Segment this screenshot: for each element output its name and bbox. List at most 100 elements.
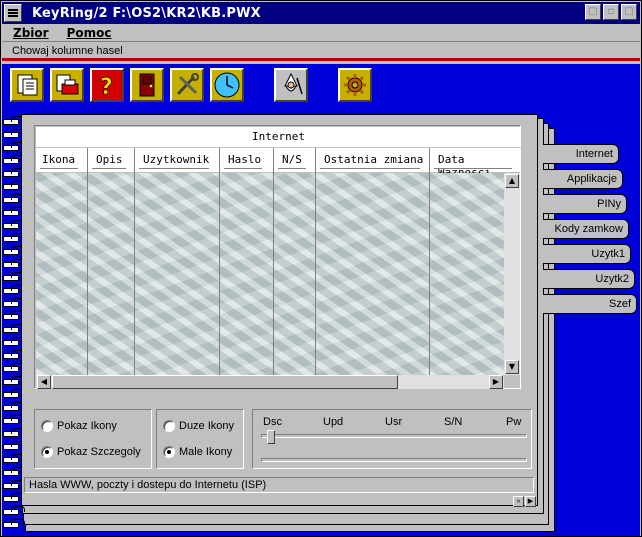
column-label: Uzytkownik — [143, 153, 210, 166]
radio-male-ikony[interactable]: Male Ikony — [163, 446, 232, 458]
radio-pokaz-ikony[interactable]: Pokaz Ikony — [41, 420, 117, 432]
column-label: Opis — [96, 153, 123, 166]
scroll-right-icon[interactable]: ▶ — [489, 375, 503, 389]
column-header-haslo[interactable]: Haslo — [220, 148, 274, 173]
slider-thumb[interactable] — [267, 430, 275, 444]
tab-applikacje[interactable]: Applikacje — [543, 169, 623, 189]
column-label: Haslo — [228, 153, 262, 166]
exit-button[interactable] — [130, 68, 164, 102]
spiral-ring — [3, 506, 25, 515]
menu-pomoc[interactable]: Pomoc — [67, 26, 112, 40]
tab-kody-zamkow[interactable]: Kody zamkow — [543, 219, 629, 239]
menu-bars-icon — [8, 12, 18, 14]
notebook-page: Internet Ikona Opis Uzytkownik Haslo N/S… — [21, 114, 538, 507]
spiral-ring — [3, 298, 25, 307]
column-header-uzytkownik[interactable]: Uzytkownik — [135, 148, 220, 173]
column-label: Ikona — [42, 153, 76, 166]
previous-page-icon[interactable]: » — [513, 496, 524, 507]
new-document-icon — [17, 74, 38, 96]
radio-duze-ikony[interactable]: Duze Ikony — [163, 420, 234, 432]
radio-off-icon — [163, 420, 175, 432]
tab-uzytk2[interactable]: Uzytk2 — [543, 269, 635, 289]
tab-internet[interactable]: Internet — [543, 144, 619, 164]
print-document-icon — [56, 74, 79, 95]
tools-icon — [176, 73, 199, 96]
spiral-ring — [3, 350, 25, 359]
hint-text: Chowaj kolumne hasel — [12, 45, 123, 57]
radio-label: Pokaz Ikony — [57, 420, 117, 432]
table-body[interactable] — [36, 173, 504, 375]
spiral-ring — [3, 337, 25, 346]
column-header-ikona[interactable]: Ikona — [36, 148, 88, 173]
spiral-ring — [3, 207, 25, 216]
table-title: Internet — [36, 127, 521, 147]
spiral-ring — [3, 233, 25, 242]
scroll-down-icon[interactable]: ▼ — [505, 360, 519, 374]
tools-button[interactable] — [170, 68, 204, 102]
spiral-ring — [3, 259, 25, 268]
gear-settings-icon — [344, 74, 366, 96]
minimize-button[interactable]: ▢ — [585, 4, 601, 20]
settings-button[interactable] — [338, 68, 372, 102]
column-label: N/S — [282, 153, 302, 166]
exit-door-icon — [139, 73, 155, 97]
restore-button[interactable]: ▫ — [603, 4, 619, 20]
radio-on-icon — [41, 446, 53, 458]
tab-piny[interactable]: PINy — [543, 194, 627, 214]
slider-label-pw: Pw — [506, 416, 522, 428]
radio-pokaz-szczegoly[interactable]: Pokaz Szczegoly — [41, 446, 141, 458]
new-document-button[interactable] — [10, 68, 44, 102]
radio-label: Pokaz Szczegoly — [57, 446, 141, 458]
slider-labels: Dsc Upd Usr S/N Pw — [263, 416, 523, 430]
column-header-ostatnia-zmiana[interactable]: Ostatnia zmiana — [316, 148, 430, 173]
category-description: Hasla WWW, poczty i dostepu do Internetu… — [24, 477, 534, 493]
spiral-ring — [3, 428, 25, 437]
icon-size-group: Duze Ikony Male Ikony — [156, 409, 244, 469]
tab-szef[interactable]: Szef — [543, 294, 637, 314]
tab-uzytk1[interactable]: Uzytk1 — [543, 244, 631, 264]
spiral-ring — [3, 363, 25, 372]
spiral-ring — [3, 389, 25, 398]
title-bar[interactable]: KeyRing/2 F:\OS2\KR2\KB.PWX ▢ ▫ □ — [2, 2, 640, 24]
spiral-ring — [3, 142, 25, 151]
scroll-left-icon[interactable]: ◀ — [37, 375, 51, 389]
spiral-ring — [3, 220, 25, 229]
scroll-up-icon[interactable]: ▲ — [505, 174, 519, 188]
slider-label-usr: Usr — [385, 416, 403, 428]
vertical-scrollbar[interactable]: ▲ ▼ — [504, 173, 520, 375]
spiral-ring — [3, 181, 25, 190]
column-label: Ostatnia zmiana — [324, 153, 424, 166]
column-header-data-waznosci[interactable]: Data Waznosci — [430, 148, 521, 179]
spiral-ring — [3, 493, 25, 502]
radio-off-icon — [41, 420, 53, 432]
spiral-ring — [3, 129, 25, 138]
horizontal-scrollbar[interactable]: ◀ ▶ — [36, 375, 504, 389]
slider-ticks — [261, 458, 527, 462]
view-mode-group: Pokaz Ikony Pokaz Szczegoly — [34, 409, 152, 469]
menu-zbior[interactable]: Zbior — [13, 26, 49, 40]
spiral-ring — [3, 467, 25, 476]
spiral-ring — [3, 480, 25, 489]
window-title: KeyRing/2 F:\OS2\KR2\KB.PWX — [32, 5, 261, 21]
spiral-ring — [3, 272, 25, 281]
help-button[interactable]: ? — [90, 68, 124, 102]
spiral-ring — [3, 324, 25, 333]
maximize-button[interactable]: □ — [621, 4, 637, 20]
next-page-icon[interactable]: ▶ — [525, 496, 536, 507]
clock-icon — [214, 72, 240, 98]
clock-button[interactable] — [210, 68, 244, 102]
system-menu-button[interactable] — [4, 4, 22, 22]
scroll-thumb[interactable] — [52, 375, 398, 389]
radio-label: Duze Ikony — [179, 420, 235, 432]
svg-text:?: ? — [100, 75, 113, 98]
slider-label-upd: Upd — [323, 416, 344, 428]
column-header-opis[interactable]: Opis — [88, 148, 135, 173]
spiral-ring — [3, 376, 25, 385]
print-document-button[interactable] — [50, 68, 84, 102]
column-header-ns[interactable]: N/S — [274, 148, 316, 173]
wizard-button[interactable] — [274, 68, 308, 102]
spiral-ring — [3, 454, 25, 463]
toolbar: ? — [2, 64, 640, 106]
slider-track[interactable] — [261, 434, 527, 438]
spiral-ring — [3, 402, 25, 411]
